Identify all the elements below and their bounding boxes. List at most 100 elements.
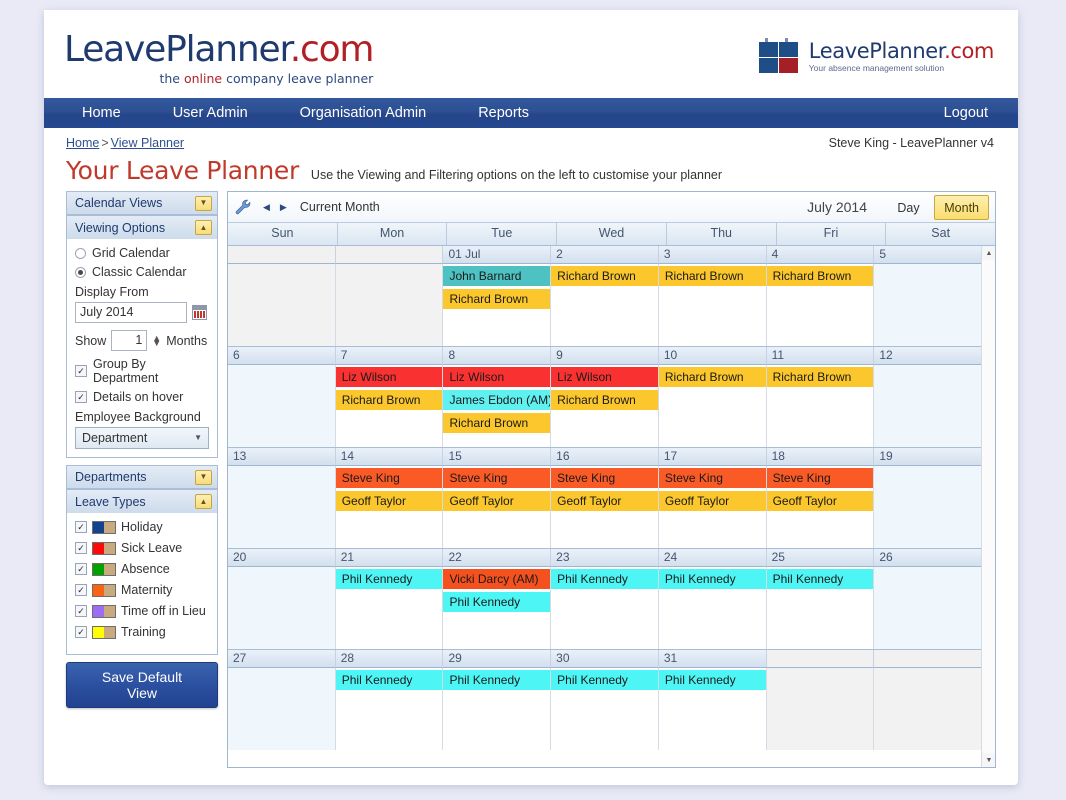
leaveplanner-logo-right[interactable]: LeavePlanner.com Your absence management… xyxy=(758,38,994,74)
stepper-down-icon[interactable]: ▼ xyxy=(152,338,161,347)
next-period-button[interactable]: ▶ xyxy=(275,202,292,213)
leave-type-row[interactable]: ✓ Sick Leave xyxy=(75,541,209,555)
nav-item-reports[interactable]: Reports xyxy=(458,105,549,121)
calendar-picker-icon[interactable] xyxy=(192,305,207,320)
leave-event[interactable]: Phil Kennedy xyxy=(443,592,551,612)
leave-event[interactable]: Vicki Darcy (AM) xyxy=(443,569,551,589)
day-cell[interactable] xyxy=(228,365,336,447)
leave-event[interactable]: Steve King xyxy=(551,468,658,488)
day-cell[interactable] xyxy=(335,264,444,346)
leave-event[interactable]: Phil Kennedy xyxy=(658,670,766,690)
day-cell[interactable] xyxy=(766,668,875,750)
day-cell[interactable]: John Barnard Richard Brown xyxy=(443,264,552,346)
leave-event[interactable]: Geoff Taylor xyxy=(551,491,658,511)
day-cell[interactable] xyxy=(228,668,336,750)
leave-event[interactable]: Geoff Taylor xyxy=(443,491,551,511)
chevron-up-icon[interactable]: ▲ xyxy=(195,220,212,235)
day-cell[interactable]: Steve King Geoff Taylor xyxy=(658,466,767,548)
chevron-down-icon[interactable]: ▼ xyxy=(195,469,212,485)
leave-type-row[interactable]: ✓ Time off in Lieu xyxy=(75,604,209,618)
day-cell[interactable]: Phil Kennedy xyxy=(443,668,552,750)
checkbox-option-group-by-department[interactable]: ✓ Group By Department xyxy=(75,357,209,385)
leave-type-row[interactable]: ✓ Absence xyxy=(75,562,209,576)
radio-grid-calendar-icon[interactable] xyxy=(75,247,86,259)
scrollbar-down-arrow-icon[interactable]: ▼ xyxy=(982,753,995,767)
scrollbar-track[interactable] xyxy=(982,260,995,753)
chevron-down-icon[interactable]: ▼ xyxy=(195,195,212,211)
day-cell[interactable] xyxy=(228,567,336,649)
leave-event[interactable]: Phil Kennedy xyxy=(658,569,766,589)
leaveplanner-logo-left[interactable]: LeavePlanner.com the online company leav… xyxy=(64,32,374,87)
leave-event[interactable]: Richard Brown xyxy=(443,413,551,433)
employee-background-select[interactable]: Department ▼ xyxy=(75,427,209,449)
day-cell[interactable]: Richard Brown xyxy=(658,365,767,447)
leave-type-row[interactable]: ✓ Holiday xyxy=(75,520,209,534)
day-cell[interactable]: Phil Kennedy xyxy=(658,567,767,649)
leave-event[interactable]: Geoff Taylor xyxy=(658,491,766,511)
day-cell[interactable] xyxy=(874,365,982,447)
leave-event[interactable]: Geoff Taylor xyxy=(766,491,874,511)
current-month-link[interactable]: Current Month xyxy=(300,200,380,214)
leave-event[interactable]: Richard Brown xyxy=(766,266,874,286)
leave-event[interactable]: Liz Wilson xyxy=(335,367,443,387)
leave-event[interactable]: Richard Brown xyxy=(551,390,658,410)
prev-period-button[interactable]: ◀ xyxy=(258,202,275,213)
checkbox-group-by-department-icon[interactable]: ✓ xyxy=(75,365,87,377)
leave-event[interactable]: Richard Brown xyxy=(766,367,874,387)
calendar-scrollbar[interactable]: ▲ ▼ xyxy=(981,246,995,767)
show-months-input[interactable]: 1 xyxy=(111,330,148,351)
day-cell[interactable]: Steve King Geoff Taylor xyxy=(335,466,444,548)
panel-header-calendar-views[interactable]: Calendar Views ▼ xyxy=(66,191,218,215)
leave-event[interactable]: John Barnard xyxy=(443,266,551,286)
view-month-button[interactable]: Month xyxy=(934,195,989,220)
day-cell[interactable]: Steve King Geoff Taylor xyxy=(551,466,659,548)
save-default-view-button[interactable]: Save Default View xyxy=(66,662,218,708)
day-cell[interactable]: Richard Brown xyxy=(766,365,875,447)
day-cell[interactable] xyxy=(874,466,982,548)
day-cell[interactable]: Phil Kennedy xyxy=(335,668,444,750)
day-cell[interactable]: Richard Brown xyxy=(766,264,875,346)
leave-type-row[interactable]: ✓ Maternity xyxy=(75,583,209,597)
leave-event[interactable]: Phil Kennedy xyxy=(551,670,658,690)
day-cell[interactable]: Phil Kennedy xyxy=(766,567,875,649)
leave-event[interactable]: Geoff Taylor xyxy=(335,491,443,511)
day-cell[interactable]: Steve King Geoff Taylor xyxy=(766,466,875,548)
leave-event[interactable]: Richard Brown xyxy=(443,289,551,309)
leave-event[interactable]: Steve King xyxy=(443,468,551,488)
day-cell[interactable]: Richard Brown xyxy=(551,264,659,346)
leave-type-checkbox-icon[interactable]: ✓ xyxy=(75,521,87,533)
day-cell[interactable] xyxy=(874,668,982,750)
leave-event[interactable]: Richard Brown xyxy=(658,367,766,387)
radio-classic-calendar-icon[interactable] xyxy=(75,266,86,278)
leave-type-checkbox-icon[interactable]: ✓ xyxy=(75,584,87,596)
checkbox-option-details-on-hover[interactable]: ✓ Details on hover xyxy=(75,390,209,404)
checkbox-details-on-hover-icon[interactable]: ✓ xyxy=(75,391,87,403)
panel-header-departments[interactable]: Departments ▼ xyxy=(66,465,218,489)
day-cell[interactable]: Phil Kennedy xyxy=(335,567,444,649)
chevron-up-icon[interactable]: ▲ xyxy=(195,494,212,509)
leave-event[interactable]: Phil Kennedy xyxy=(766,569,874,589)
scrollbar-up-arrow-icon[interactable]: ▲ xyxy=(982,246,995,260)
day-cell[interactable]: Liz Wilson Richard Brown xyxy=(551,365,659,447)
leave-type-checkbox-icon[interactable]: ✓ xyxy=(75,626,87,638)
panel-header-viewing-options[interactable]: Viewing Options ▲ xyxy=(66,215,218,239)
radio-option-grid-calendar[interactable]: Grid Calendar xyxy=(75,246,209,260)
day-cell[interactable]: Richard Brown xyxy=(658,264,767,346)
day-cell[interactable] xyxy=(228,466,336,548)
leave-event[interactable]: Richard Brown xyxy=(335,390,443,410)
day-cell[interactable]: Liz Wilson Richard Brown xyxy=(335,365,444,447)
leave-event[interactable]: Phil Kennedy xyxy=(443,670,551,690)
leave-event[interactable]: Phil Kennedy xyxy=(335,569,443,589)
leave-event[interactable]: Steve King xyxy=(658,468,766,488)
nav-item-logout[interactable]: Logout xyxy=(944,105,988,121)
leave-event[interactable]: Phil Kennedy xyxy=(335,670,443,690)
leave-event[interactable]: Richard Brown xyxy=(551,266,658,286)
display-from-input[interactable]: July 2014 xyxy=(75,302,187,323)
view-day-button[interactable]: Day xyxy=(888,195,929,220)
leave-event[interactable]: Richard Brown xyxy=(658,266,766,286)
leave-event[interactable]: Steve King xyxy=(335,468,443,488)
radio-option-classic-calendar[interactable]: Classic Calendar xyxy=(75,265,209,279)
day-cell[interactable]: Steve King Geoff Taylor xyxy=(443,466,552,548)
show-months-stepper[interactable]: ▲ ▼ xyxy=(152,333,161,347)
day-cell[interactable] xyxy=(228,264,336,346)
